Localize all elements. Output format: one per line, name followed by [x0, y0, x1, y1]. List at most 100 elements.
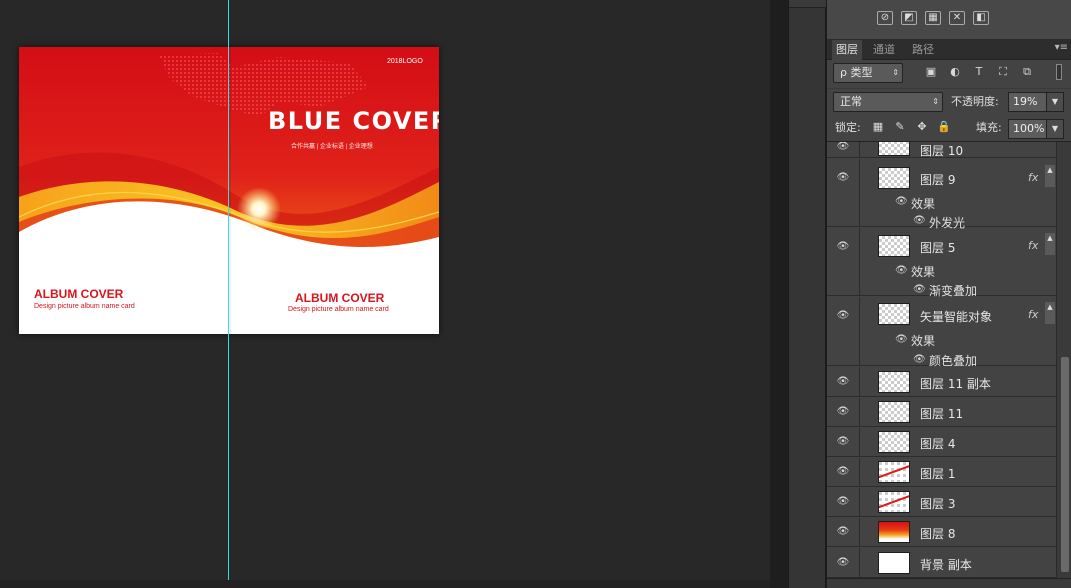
visibility-eye-icon[interactable]: 👁 — [836, 377, 850, 387]
document-canvas[interactable]: 2018LOGO BLUE COVER 合作共赢 | 企业标语 | 企业理想 A… — [19, 47, 439, 334]
cross-icon[interactable]: ✕ — [949, 11, 965, 25]
layer-row[interactable]: 👁 背景 副本 — [827, 548, 1056, 578]
layer-row[interactable]: 👁 图层 5 fx ▲ 👁 效果 👁 渐变叠加 — [827, 228, 1056, 298]
smart-object-filter-icon[interactable]: ⧉ — [1019, 65, 1035, 79]
tab-paths[interactable]: 路径 — [908, 40, 938, 60]
adjustment-tools: ⊘ ◩ ▦ ✕ ◧ — [827, 0, 1071, 40]
layer-row[interactable]: 👁 图层 4 — [827, 428, 1056, 457]
visibility-eye-icon[interactable]: 👁 — [836, 467, 850, 477]
layer-name: 图层 10 — [920, 144, 964, 158]
blend-mode-value: 正常 — [840, 95, 862, 108]
fill-value: 100% — [1013, 122, 1045, 135]
layer-thumbnail — [878, 142, 910, 156]
horizontal-scrollbar[interactable] — [0, 580, 770, 588]
layer-row[interactable]: 👁 图层 10 — [827, 142, 1056, 158]
layer-row[interactable]: 👁 图层 9 fx ▲ 👁 效果 👁 外发光 — [827, 159, 1056, 230]
layer-thumbnail — [878, 431, 910, 453]
filter-kind-select[interactable]: ρ 类型 ⇕ — [833, 63, 903, 83]
fx-icon[interactable]: fx — [1028, 171, 1038, 184]
fill-dropdown-icon[interactable]: ▼ — [1046, 119, 1064, 139]
effects-eye-icon[interactable]: 👁 — [895, 196, 908, 207]
layer-name: 图层 11 — [920, 407, 964, 421]
layer-row[interactable]: 👁 图层 3 — [827, 488, 1056, 517]
layer-row[interactable]: 👁 图层 11 — [827, 398, 1056, 427]
fill-field[interactable]: 100% ▼ — [1008, 119, 1064, 139]
layers-list[interactable]: 👁 图层 10 👁 图层 9 fx ▲ 👁 效果 👁 外发光 👁 图层 5 fx… — [827, 142, 1056, 578]
fill-icon[interactable]: ◧ — [973, 11, 989, 25]
fill-label: 填充: — [976, 121, 1002, 134]
effect-eye-icon[interactable]: 👁 — [913, 284, 926, 295]
opacity-label: 不透明度: — [951, 95, 999, 108]
lock-transparency-icon[interactable]: ▦ — [871, 120, 885, 134]
layer-name: 图层 4 — [920, 437, 956, 451]
gradient-icon[interactable]: ◩ — [901, 11, 917, 25]
effects-label: 效果 — [911, 334, 936, 348]
lock-label: 锁定: — [835, 121, 861, 134]
vertical-guide[interactable] — [228, 0, 229, 580]
lock-image-icon[interactable]: ✎ — [893, 120, 907, 134]
visibility-eye-icon[interactable]: 👁 — [836, 527, 850, 537]
layer-name: 图层 3 — [920, 497, 956, 511]
visibility-eye-icon[interactable]: 👁 — [836, 142, 850, 152]
layer-name: 矢量智能对象 — [920, 310, 993, 324]
visibility-eye-icon[interactable]: 👁 — [836, 497, 850, 507]
effects-eye-icon[interactable]: 👁 — [895, 265, 908, 276]
pattern-icon[interactable]: ▦ — [925, 11, 941, 25]
adjustment-filter-icon[interactable]: ◐ — [947, 65, 963, 79]
opacity-field[interactable]: 19% ▼ — [1008, 92, 1064, 112]
visibility-eye-icon[interactable]: 👁 — [836, 407, 850, 417]
blend-row: 正常 ⇕ 不透明度: 19% ▼ — [827, 88, 1071, 116]
front-album-desc: Design picture album name card — [288, 306, 389, 313]
pixel-filter-icon[interactable]: ▣ — [923, 65, 939, 79]
layer-row[interactable]: 👁 图层 8 — [827, 518, 1056, 547]
lock-position-icon[interactable]: ✥ — [915, 120, 929, 134]
layer-thumbnail — [878, 401, 910, 423]
effects-label: 效果 — [911, 197, 936, 211]
visibility-eye-icon[interactable]: 👁 — [836, 437, 850, 447]
photoshop-window: 2018LOGO BLUE COVER 合作共赢 | 企业标语 | 企业理想 A… — [0, 0, 1071, 588]
visibility-eye-icon[interactable]: 👁 — [836, 242, 850, 252]
panel-tabs: 图层 通道 路径 ▾≡ — [827, 40, 1071, 60]
filter-kind-value: ρ 类型 — [840, 66, 873, 79]
effects-eye-icon[interactable]: 👁 — [895, 334, 908, 345]
opacity-dropdown-icon[interactable]: ▼ — [1046, 92, 1064, 112]
canvas-area[interactable]: 2018LOGO BLUE COVER 合作共赢 | 企业标语 | 企业理想 A… — [0, 0, 770, 588]
expand-effects-icon[interactable]: ▲ — [1045, 165, 1055, 187]
filter-toggle[interactable] — [1056, 64, 1062, 80]
fx-icon[interactable]: fx — [1028, 308, 1038, 321]
effects-label: 效果 — [911, 265, 936, 279]
brush-mode-icon[interactable]: ⊘ — [877, 11, 893, 25]
blend-mode-select[interactable]: 正常 ⇕ — [833, 92, 943, 112]
visibility-eye-icon[interactable]: 👁 — [836, 558, 850, 568]
layers-scrollbar-thumb[interactable] — [1061, 357, 1069, 572]
layers-panel: ⊘ ◩ ▦ ✕ ◧ 图层 通道 路径 ▾≡ ρ 类型 ⇕ ▣ ◐ T ⛶ ⧉ 正常… — [826, 0, 1071, 588]
panel-menu-icon[interactable]: ▾≡ — [1055, 42, 1068, 53]
tab-layers[interactable]: 图层 — [832, 40, 862, 60]
lock-all-icon[interactable]: 🔒 — [937, 120, 951, 134]
visibility-eye-icon[interactable]: 👁 — [836, 311, 850, 321]
effect-eye-icon[interactable]: 👁 — [913, 215, 926, 226]
type-filter-icon[interactable]: T — [971, 65, 987, 79]
layer-name: 图层 9 — [920, 173, 956, 187]
layer-name: 图层 11 副本 — [920, 377, 991, 391]
expand-effects-icon[interactable]: ▲ — [1045, 302, 1055, 324]
cover-headline: BLUE COVER — [268, 107, 439, 135]
layer-thumbnail — [878, 235, 910, 257]
logo-text: 2018LOGO — [387, 58, 423, 65]
layer-thumbnail — [878, 461, 910, 483]
tab-channels[interactable]: 通道 — [869, 40, 899, 60]
effect-eye-icon[interactable]: 👁 — [913, 354, 926, 365]
layer-row[interactable]: 👁 图层 1 — [827, 458, 1056, 487]
layer-row[interactable]: 👁 图层 11 副本 — [827, 367, 1056, 397]
panel-dock — [788, 0, 827, 588]
expand-effects-icon[interactable]: ▲ — [1045, 233, 1055, 255]
visibility-eye-icon[interactable]: 👁 — [836, 173, 850, 183]
layer-name: 图层 1 — [920, 467, 956, 481]
layer-name: 图层 5 — [920, 241, 956, 255]
shape-filter-icon[interactable]: ⛶ — [995, 65, 1011, 79]
fx-icon[interactable]: fx — [1028, 239, 1038, 252]
layers-bottom-toolbar — [827, 578, 1071, 588]
layer-row[interactable]: 👁 矢量智能对象 fx ▲ 👁 效果 👁 颜色叠加 — [827, 297, 1056, 368]
layers-scrollbar[interactable] — [1056, 142, 1071, 578]
canvas-vertical-scrollbar[interactable] — [770, 0, 788, 588]
